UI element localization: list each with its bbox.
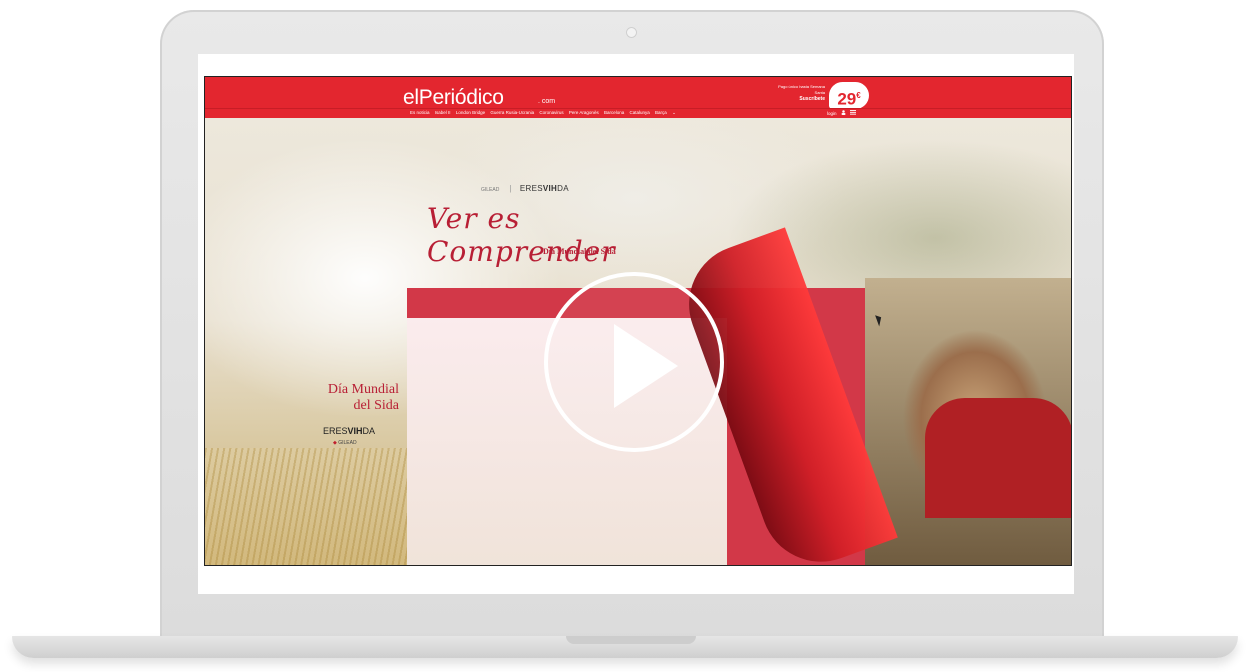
price-value: 29 [837,89,857,109]
nav-item-barca[interactable]: Barça [655,110,667,115]
side-title-line2: del Sida [353,398,400,413]
play-button[interactable] [544,272,724,452]
eresvihda-logo: ERESVIHDA [519,184,569,193]
nav-item-london-bridge[interactable]: London Bridge [456,110,485,115]
ad-sponsor-row: GILEAD | ERESVIHDA [481,184,569,193]
play-icon [614,324,678,408]
side-eresvihda-logo: ERESVIHDA [323,426,376,436]
gilead-logo: GILEAD [481,187,500,193]
laptop-notch [566,636,696,644]
menu-icon[interactable] [850,110,857,116]
nav-more-chevron-icon[interactable]: ⌄ [672,110,676,115]
site-logo-suffix: . com [538,98,556,105]
side-gilead-logo: ◆ GILEAD [333,440,357,446]
site-logo[interactable]: elPeriódico [403,86,504,110]
gilead-shield-icon: ◆ [333,440,337,446]
subscribe-link[interactable]: Suscríbete [740,96,825,102]
nav-item-coronavirus[interactable]: Coronavirus [539,110,563,115]
nav-item-guerra[interactable]: Guerra Rusia-Ucrania [490,110,534,115]
ad-headline: Ver es Comprender [427,202,616,268]
video-player[interactable]: GILEAD | ERESVIHDA Ver es Comprender Día… [205,118,1071,565]
site-header: elPeriódico . com Pago único hasta Seman… [205,77,1071,118]
promo-line1: Pago único hasta Semana [778,84,825,89]
nav-item-barcelona[interactable]: Barcelona [604,110,624,115]
price-currency: € [856,91,861,100]
ad-subhead: Día Mundial del Sida [543,247,616,256]
nav-item-isabel[interactable]: Isabel II [435,110,451,115]
price-badge[interactable]: 29€ [829,82,869,109]
sponsor-separator: | [509,184,512,193]
promo-line2: Santa [814,90,825,95]
side-title-line1: Día Mundial [327,382,399,397]
nav-item-pere-aragones[interactable]: Pere Aragonès [569,110,599,115]
nav-item-es-noticia[interactable]: Es noticia [410,110,430,115]
side-title: Día Mundial del Sida [307,382,399,414]
subscription-promo[interactable]: Pago único hasta Semana Santa Suscríbete [740,84,825,102]
browser-screen: elPeriódico . com Pago único hasta Seman… [204,76,1072,566]
ad-photo-shirt [925,398,1071,518]
login-link[interactable]: login [827,111,837,116]
camera-icon [626,27,637,38]
user-icon[interactable] [841,110,846,116]
nav-item-catalunya[interactable]: Catalunya [630,110,650,115]
